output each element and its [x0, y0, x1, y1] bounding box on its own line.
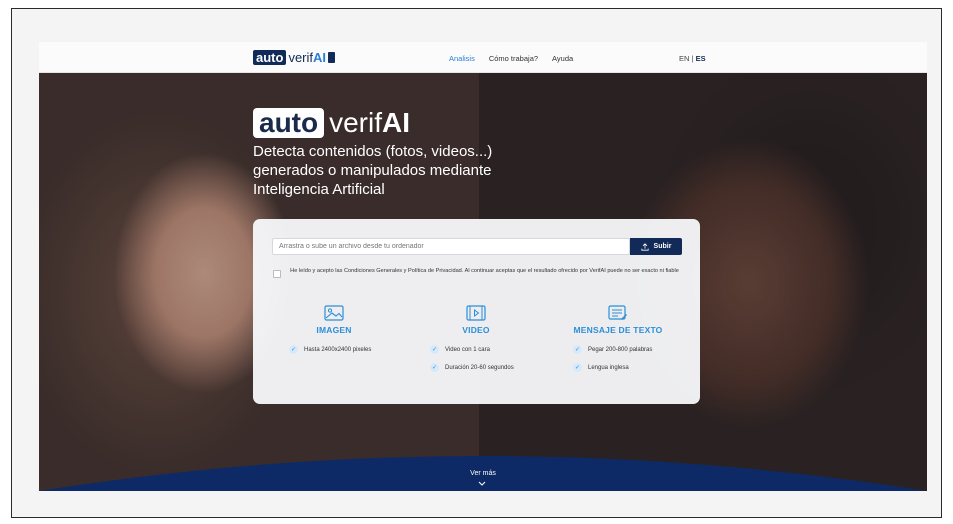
upload-icon	[640, 242, 649, 251]
nav-item-analisis[interactable]: Analisis	[449, 54, 475, 63]
lang-es[interactable]: ES	[696, 54, 706, 63]
landing-page: auto verif AI Analisis Cómo trabaja? Ayu…	[39, 42, 927, 491]
category-video: VIDEO	[401, 305, 551, 335]
header-logo[interactable]: auto verif AI	[253, 50, 336, 65]
logo-ai-text: AI	[313, 50, 327, 65]
hero-logo-ai-text: AI	[382, 107, 411, 138]
nav-item-como-trabaja[interactable]: Cómo trabaja?	[489, 54, 538, 63]
check-icon: ✓	[289, 345, 298, 354]
main-nav: Analisis Cómo trabaja? Ayuda	[449, 54, 573, 63]
upload-button-label: Subir	[653, 243, 672, 250]
feature-item: ✓ Lengua inglesa	[573, 363, 629, 372]
feature-text: Pegar 200-800 palabras	[588, 346, 653, 353]
language-switcher: EN | ES	[679, 54, 706, 63]
feature-text: Duración 20-60 segundos	[445, 364, 514, 371]
upload-button[interactable]: Subir	[630, 238, 682, 255]
check-icon: ✓	[573, 345, 582, 354]
lang-en[interactable]: EN	[679, 54, 689, 63]
file-upload-input[interactable]	[272, 238, 630, 255]
category-imagen: IMAGEN	[259, 305, 409, 335]
image-icon	[324, 305, 344, 321]
terms-checkbox[interactable]	[273, 270, 281, 278]
check-icon: ✓	[573, 363, 582, 372]
category-title: VIDEO	[462, 325, 490, 335]
category-title: MENSAJE DE TEXTO	[573, 325, 663, 335]
feature-item: ✓ Hasta 2400x2400 pixeles	[289, 345, 371, 354]
hero-logo-box-text: auto	[253, 108, 325, 138]
feature-item: ✓ Pegar 200-800 palabras	[573, 345, 652, 354]
check-icon: ✓	[430, 345, 439, 354]
video-icon	[466, 305, 486, 321]
feature-text: Video con 1 cara	[445, 346, 490, 353]
lang-separator: |	[691, 54, 694, 63]
feature-item: ✓ Duración 20-60 segundos	[430, 363, 514, 372]
ver-mas-link[interactable]: Ver más	[39, 470, 927, 477]
logo-text: verif	[288, 50, 314, 65]
chevron-down-icon[interactable]	[478, 481, 486, 486]
nav-item-ayuda[interactable]: Ayuda	[552, 54, 573, 63]
hero-logo-text: verif	[329, 107, 383, 138]
text-message-icon	[608, 305, 627, 320]
check-icon: ✓	[430, 363, 439, 372]
logo-mark-icon	[328, 52, 336, 63]
top-navbar: auto verif AI Analisis Cómo trabaja? Ayu…	[39, 42, 927, 73]
feature-text: Lengua inglesa	[588, 364, 629, 371]
logo-box-text: auto	[253, 50, 287, 65]
category-mensaje-de-texto: MENSAJE DE TEXTO	[543, 305, 693, 335]
feature-item: ✓ Video con 1 cara	[430, 345, 490, 354]
terms-text: He leído y acepto las Condiciones Genera…	[290, 268, 679, 274]
category-title: IMAGEN	[316, 325, 352, 335]
hero-logo: auto verif AI	[253, 108, 410, 138]
upload-card: Subir He leído y acepto las Condiciones …	[253, 219, 700, 404]
feature-text: Hasta 2400x2400 pixeles	[304, 346, 372, 353]
hero-tagline: Detecta contenidos (fotos, videos...) ge…	[253, 143, 493, 198]
